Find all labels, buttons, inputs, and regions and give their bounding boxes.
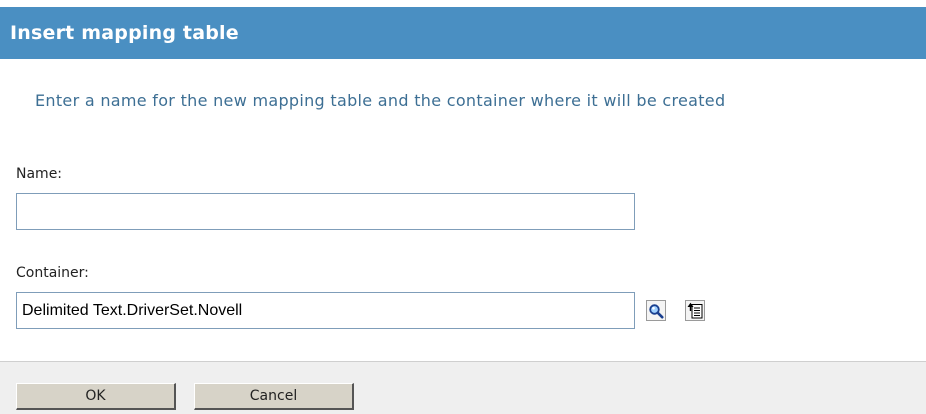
name-label: Name: — [16, 166, 63, 182]
instruction-text: Enter a name for the new mapping table a… — [35, 91, 726, 110]
magnifier-glyph — [649, 303, 664, 318]
browse-tree-glyph — [687, 302, 703, 319]
ok-button[interactable]: OK — [16, 383, 176, 410]
name-input[interactable] — [16, 193, 635, 230]
container-input[interactable] — [16, 292, 635, 329]
search-icon[interactable] — [646, 300, 666, 321]
insert-mapping-table-dialog: Insert mapping table Enter a name for th… — [0, 0, 926, 414]
dialog-title: Insert mapping table — [10, 22, 239, 44]
object-browser-icon[interactable] — [685, 300, 705, 321]
container-label: Container: — [16, 265, 89, 281]
dialog-title-bar: Insert mapping table — [0, 7, 926, 59]
cancel-button[interactable]: Cancel — [194, 383, 354, 410]
